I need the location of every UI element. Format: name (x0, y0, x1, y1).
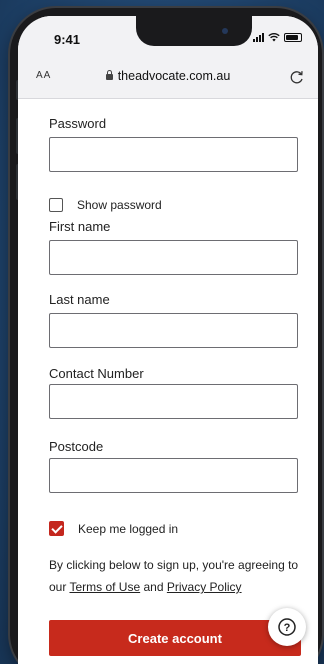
first-name-input[interactable] (49, 240, 298, 275)
last-name-input[interactable] (49, 313, 298, 348)
question-icon: ? (278, 618, 296, 636)
address-field[interactable]: theadvocate.com.au (18, 69, 318, 83)
show-password-label: Show password (77, 198, 162, 212)
password-input[interactable] (49, 137, 298, 172)
legal-notice: By clicking below to sign up, you're agr… (49, 554, 303, 598)
browser-url-bar[interactable]: AA theadvocate.com.au (18, 58, 318, 99)
keep-logged-in-row[interactable]: Keep me logged in (49, 521, 178, 536)
password-label: Password (49, 116, 107, 131)
postcode-label: Postcode (49, 439, 104, 454)
keep-logged-in-checkbox[interactable] (49, 521, 64, 536)
privacy-policy-link[interactable]: Privacy Policy (167, 580, 242, 594)
help-button[interactable]: ? (268, 608, 306, 646)
first-name-label: First name (49, 219, 111, 234)
status-time: 9:41 (54, 32, 81, 47)
cellular-signal-icon (253, 33, 264, 42)
terms-of-use-link[interactable]: Terms of Use (69, 580, 140, 594)
postcode-input[interactable] (49, 458, 298, 493)
url-text: theadvocate.com.au (117, 69, 231, 83)
notch (136, 16, 252, 46)
contact-number-label: Contact Number (49, 366, 144, 381)
create-account-button[interactable]: Create account (49, 620, 301, 656)
show-password-checkbox[interactable] (49, 198, 63, 212)
legal-and: and (143, 580, 164, 594)
status-bar: 9:41 (18, 16, 318, 58)
lock-icon (105, 70, 113, 80)
show-password-row[interactable]: Show password (49, 198, 162, 212)
last-name-label: Last name (49, 292, 110, 307)
svg-text:?: ? (284, 622, 291, 634)
reload-icon[interactable] (288, 68, 306, 86)
phone-screen: 9:41 AA theadvocate.com.au Password Show… (18, 16, 318, 664)
wifi-icon (268, 32, 280, 42)
battery-icon (284, 33, 302, 42)
status-icons (253, 32, 302, 42)
front-camera (222, 28, 228, 34)
keep-logged-in-label: Keep me logged in (78, 521, 179, 536)
contact-number-input[interactable] (49, 384, 298, 419)
